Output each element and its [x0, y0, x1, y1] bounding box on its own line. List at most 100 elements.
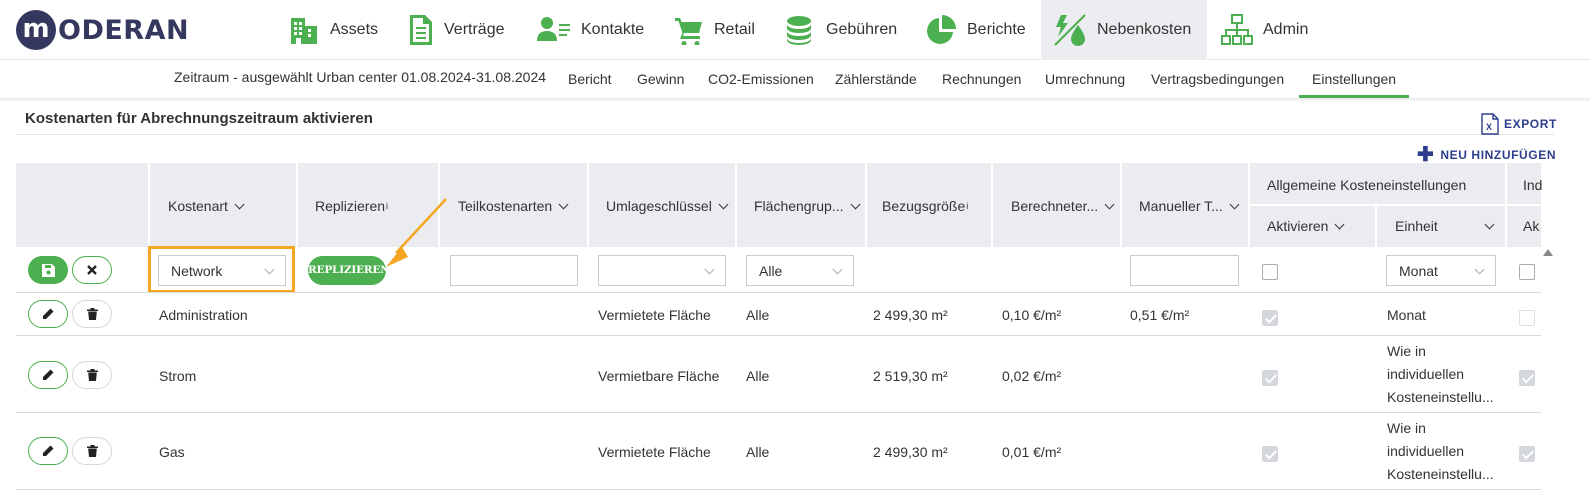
nav-gebuehren[interactable]: Gebühren	[784, 0, 897, 60]
tab-einstellungen[interactable]: Einstellungen	[1298, 60, 1410, 98]
tab-umrechnung[interactable]: Umrechnung	[1045, 60, 1125, 98]
nav-label: Verträge	[444, 21, 505, 38]
add-new-button[interactable]: ✚ NEU HINZUFÜGEN	[1417, 145, 1557, 165]
trash-icon	[86, 369, 98, 381]
tab-bericht[interactable]: Bericht	[568, 60, 612, 98]
manueller-tarif-input[interactable]	[1130, 255, 1239, 286]
cancel-button[interactable]	[72, 256, 112, 284]
row-flaechengruppe: Alle	[746, 368, 770, 384]
period-selector[interactable]: Zeitraum - ausgewählt Urban center 01.08…	[174, 69, 546, 85]
info-icon[interactable]: i	[966, 201, 968, 211]
row-umlageschluessel: Vermietete Fläche	[598, 307, 711, 323]
header-aktivieren-individuell[interactable]: Ak	[1523, 218, 1539, 234]
individuell-aktivieren-checkbox[interactable]	[1519, 264, 1535, 280]
nav-assets[interactable]: Assets	[288, 0, 378, 60]
chevron-down-icon	[1484, 219, 1495, 229]
flaechengruppe-select[interactable]: Alle	[746, 255, 854, 286]
logo-badge: m	[16, 10, 56, 50]
section-divider	[16, 134, 1554, 135]
replicate-button[interactable]: REPLIZIEREN	[308, 256, 390, 285]
header-replizieren: Replizieren i	[315, 198, 389, 214]
header-aktivieren[interactable]: Aktivieren	[1267, 218, 1369, 234]
tab-gewinn[interactable]: Gewinn	[637, 60, 684, 98]
add-new-label: NEU HINZUFÜGEN	[1440, 148, 1557, 162]
nav-vertraege[interactable]: Verträge	[408, 0, 504, 60]
delete-button[interactable]	[72, 300, 112, 328]
moderan-logo[interactable]: m ODERAN	[16, 9, 189, 51]
row-einheit: Monat	[1387, 307, 1426, 323]
row-bezugsgroesse: 2 499,30 m²	[873, 444, 948, 460]
subnav-shadow	[0, 98, 1590, 102]
logo-text: ODERAN	[58, 14, 190, 46]
header-berechneter[interactable]: Berechneter...	[1011, 198, 1115, 214]
pie-chart-icon	[927, 15, 956, 44]
chevron-down-icon	[850, 199, 860, 209]
header-einheit[interactable]: Einheit	[1395, 218, 1495, 234]
chevron-down-icon	[558, 199, 569, 209]
export-label: EXPORT	[1504, 117, 1557, 131]
nav-retail[interactable]: Retail	[674, 0, 755, 60]
row-aktivieren-checkbox	[1262, 446, 1278, 462]
flaechengruppe-select-value: Alle	[759, 262, 783, 279]
edit-button[interactable]	[28, 361, 68, 389]
header-teilkostenarten[interactable]: Teilkostenarten	[458, 198, 569, 214]
row-berechneter-tarif: 0,01 €/m²	[1002, 444, 1062, 460]
row-einheit: Wie in individuellen Kosteneinstellu...	[1387, 420, 1494, 482]
row-berechneter-tarif: 0,02 €/m²	[1002, 368, 1062, 384]
header-flaechengruppe[interactable]: Flächengrup...	[754, 198, 860, 214]
table-header: Kostenart Replizieren i Teilkostenarten U…	[16, 163, 1543, 247]
chevron-down-icon	[1229, 199, 1240, 209]
coins-icon	[787, 16, 811, 45]
umlageschluessel-select[interactable]	[598, 255, 726, 286]
nav-label: Assets	[330, 21, 379, 38]
tab-rechnungen[interactable]: Rechnungen	[942, 60, 1021, 98]
save-button[interactable]	[28, 256, 68, 284]
pencil-icon	[43, 369, 54, 380]
row-individuell-checkbox	[1519, 446, 1535, 462]
nav-label: Retail	[714, 21, 755, 38]
chevron-down-icon	[832, 264, 843, 275]
cart-icon	[675, 18, 702, 45]
section-title: Kostenarten für Abrechnungszeitraum akti…	[25, 110, 373, 127]
header-individuelle: Ind	[1523, 177, 1543, 193]
tab-co2-emissionen[interactable]: CO2-Emissionen	[708, 60, 814, 98]
edit-button[interactable]	[28, 437, 68, 465]
nav-kontakte[interactable]: Kontakte	[537, 0, 644, 60]
nav-label: Berichte	[967, 21, 1026, 38]
nav-label: Admin	[1263, 21, 1309, 38]
utilities-icon	[1054, 14, 1086, 46]
header-umlageschluessel[interactable]: Umlageschlüssel	[606, 198, 729, 214]
einheit-select[interactable]: Monat	[1386, 255, 1496, 286]
row-bezugsgroesse: 2 519,30 m²	[873, 368, 948, 384]
svg-text:X: X	[1486, 122, 1493, 132]
document-icon	[410, 15, 432, 45]
delete-button[interactable]	[72, 361, 112, 389]
nav-label: Gebühren	[826, 21, 898, 38]
sub-navigation: Zeitraum - ausgewählt Urban center 01.08…	[0, 60, 1590, 98]
row-flaechengruppe: Alle	[746, 444, 770, 460]
nav-nebenkosten[interactable]: Nebenkosten	[1041, 0, 1207, 60]
header-manueller[interactable]: Manueller T...	[1139, 198, 1240, 214]
building-icon	[291, 18, 317, 44]
chevron-down-icon	[1104, 199, 1115, 209]
tab-vertragsbedingungen[interactable]: Vertragsbedingungen	[1151, 60, 1284, 98]
row-kostenart: Administration	[159, 307, 248, 323]
nav-label: Kontakte	[581, 21, 645, 38]
row-aktivieren-checkbox	[1262, 310, 1278, 326]
teilkostenarten-input[interactable]	[450, 255, 578, 286]
scroll-up-arrow-icon[interactable]	[1543, 249, 1553, 256]
row-einheit: Wie in individuellen Kosteneinstellu...	[1387, 343, 1494, 405]
chevron-down-icon	[704, 264, 715, 275]
row-kostenart: Gas	[159, 444, 185, 460]
nav-admin[interactable]: Admin	[1221, 0, 1308, 60]
export-button[interactable]: X EXPORT	[1481, 113, 1557, 135]
edit-button[interactable]	[28, 300, 68, 328]
aktivieren-checkbox[interactable]	[1262, 264, 1278, 280]
tab-zaehlerstaende[interactable]: Zählerstände	[835, 60, 917, 98]
header-bezugsgroesse: Bezugsgröße i	[882, 198, 969, 214]
delete-button[interactable]	[72, 437, 112, 465]
nav-berichte[interactable]: Berichte	[925, 0, 1026, 60]
header-kostenart[interactable]: Kostenart	[168, 198, 245, 214]
row-umlageschluessel: Vermietbare Fläche	[598, 368, 720, 384]
pencil-icon	[43, 445, 54, 456]
